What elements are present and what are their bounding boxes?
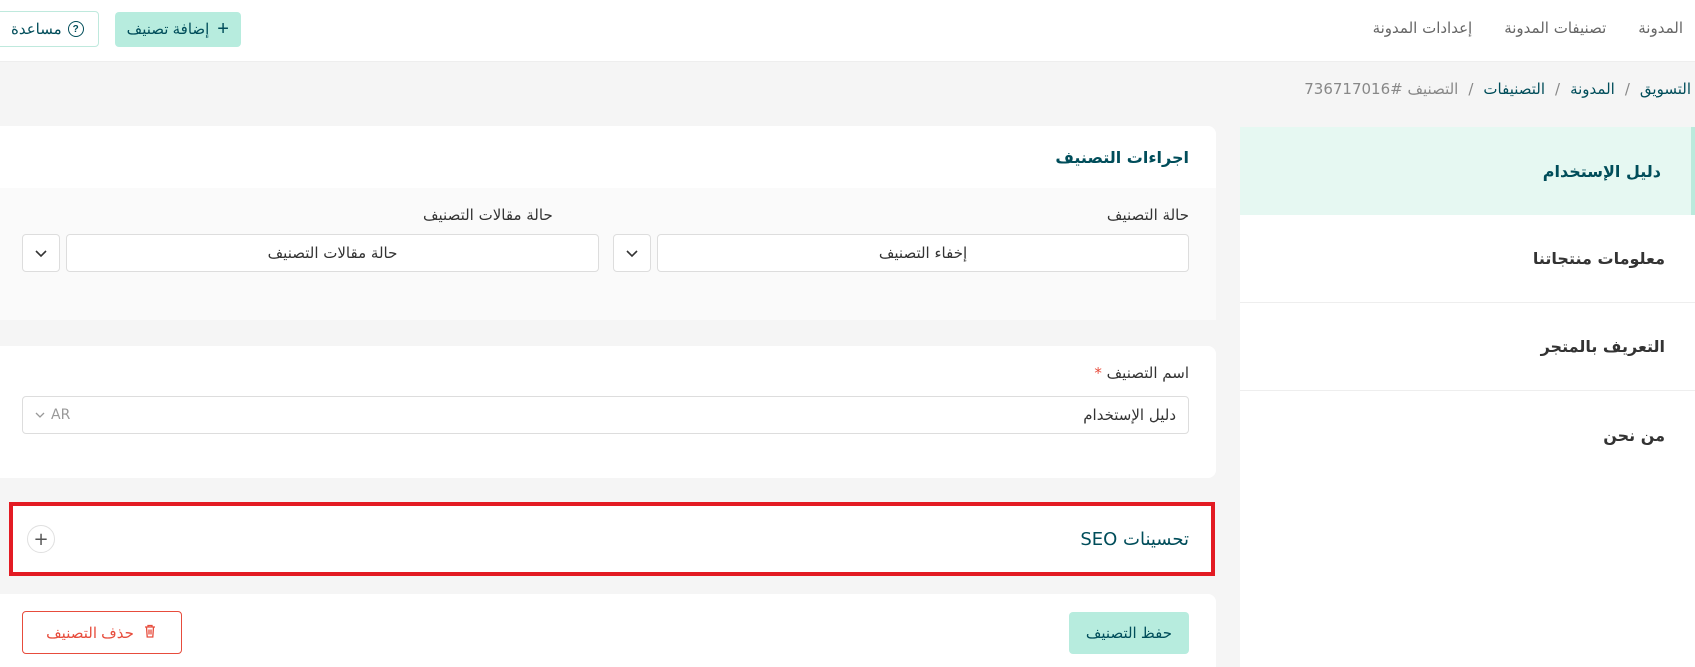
card-title: اجراءات التصنيف (1055, 147, 1189, 167)
sidebar-item-label: من نحن (1603, 425, 1665, 445)
category-status-dropdown-button[interactable] (613, 234, 651, 272)
articles-status-dropdown-button[interactable] (22, 234, 60, 272)
articles-status-value: حالة مقالات التصنيف (267, 244, 398, 262)
category-name-label: اسم التصنيف * (1094, 364, 1189, 382)
articles-status-label: حالة مقالات التصنيف (423, 206, 553, 224)
top-nav: المدونة تصنيفات المدونة إعدادات المدونة (1373, 0, 1683, 56)
seo-title: تحسينات SEO (1080, 528, 1189, 550)
category-actions-body: حالة التصنيف إخفاء التصنيف حالة مقالات ا… (0, 188, 1216, 320)
add-category-label: إضافة تصنيف (126, 21, 210, 38)
chevron-down-icon (626, 250, 638, 258)
category-name-card: اسم التصنيف * دليل الإستخدام AR (0, 346, 1216, 478)
sidebar-item-label: معلومات منتجاتنا (1532, 249, 1665, 268)
top-actions: ? مساعدة + إضافة تصنيف (0, 11, 241, 47)
category-status-select[interactable]: إخفاء التصنيف (657, 234, 1189, 272)
add-category-button[interactable]: + إضافة تصنيف (114, 11, 241, 47)
sidebar-item-store-intro[interactable]: التعريف بالمتجر (1240, 303, 1695, 391)
language-code: AR (51, 407, 71, 423)
expand-plus-icon[interactable]: + (27, 525, 55, 553)
question-circle-icon: ? (67, 21, 84, 37)
sidebar-item-user-guide[interactable]: دليل الإستخدام (1240, 127, 1695, 215)
plus-icon: + (217, 18, 229, 40)
category-actions-card: اجراءات التصنيف حالة التصنيف إخفاء التصن… (0, 126, 1216, 320)
seo-section[interactable]: تحسينات SEO + (9, 502, 1215, 576)
category-status-label: حالة التصنيف (1106, 206, 1189, 224)
breadcrumb-categories[interactable]: التصنيفات (1483, 80, 1545, 98)
category-name-value: دليل الإستخدام (1083, 406, 1176, 424)
required-mark: * (1094, 364, 1102, 382)
category-name-label-text: اسم التصنيف (1106, 364, 1189, 382)
sidebar-item-about-us[interactable]: من نحن (1240, 391, 1695, 479)
breadcrumb-marketing[interactable]: التسويق (1640, 80, 1691, 98)
nav-link-blog-categories[interactable]: تصنيفات المدونة (1504, 19, 1606, 37)
breadcrumb-separator: / (1624, 80, 1630, 98)
help-label: مساعدة (11, 21, 62, 38)
footer-actions-card: حفظ التصنيف حذف التصنيف (0, 594, 1216, 667)
top-bar: المدونة تصنيفات المدونة إعدادات المدونة … (0, 0, 1695, 62)
breadcrumb: التسويق / المدونة / التصنيفات / التصنيف … (1304, 78, 1691, 100)
breadcrumb-blog[interactable]: المدونة (1570, 80, 1615, 98)
category-name-input[interactable]: دليل الإستخدام AR (22, 396, 1189, 434)
category-status-value: إخفاء التصنيف (878, 244, 968, 262)
sidebar-item-our-products[interactable]: معلومات منتجاتنا (1240, 215, 1695, 303)
category-sidebar: دليل الإستخدام معلومات منتجاتنا التعريف … (1240, 127, 1695, 667)
trash-icon (142, 623, 158, 643)
save-category-button[interactable]: حفظ التصنيف (1068, 612, 1189, 654)
delete-category-label: حذف التصنيف (46, 624, 134, 642)
chevron-down-icon (35, 250, 47, 258)
language-selector[interactable]: AR (35, 407, 70, 423)
breadcrumb-separator: / (1555, 80, 1561, 98)
sidebar-item-label: دليل الإستخدام (1542, 161, 1661, 181)
breadcrumb-current: التصنيف #736717016 (1304, 80, 1459, 98)
articles-status-select[interactable]: حالة مقالات التصنيف (66, 234, 599, 272)
chevron-down-icon (35, 412, 45, 418)
delete-category-button[interactable]: حذف التصنيف (22, 611, 182, 654)
nav-link-blog[interactable]: المدونة (1638, 19, 1683, 37)
nav-link-blog-settings[interactable]: إعدادات المدونة (1373, 19, 1473, 37)
sidebar-item-label: التعريف بالمتجر (1540, 337, 1665, 356)
breadcrumb-separator: / (1468, 80, 1474, 98)
help-button[interactable]: ? مساعدة (0, 11, 99, 47)
